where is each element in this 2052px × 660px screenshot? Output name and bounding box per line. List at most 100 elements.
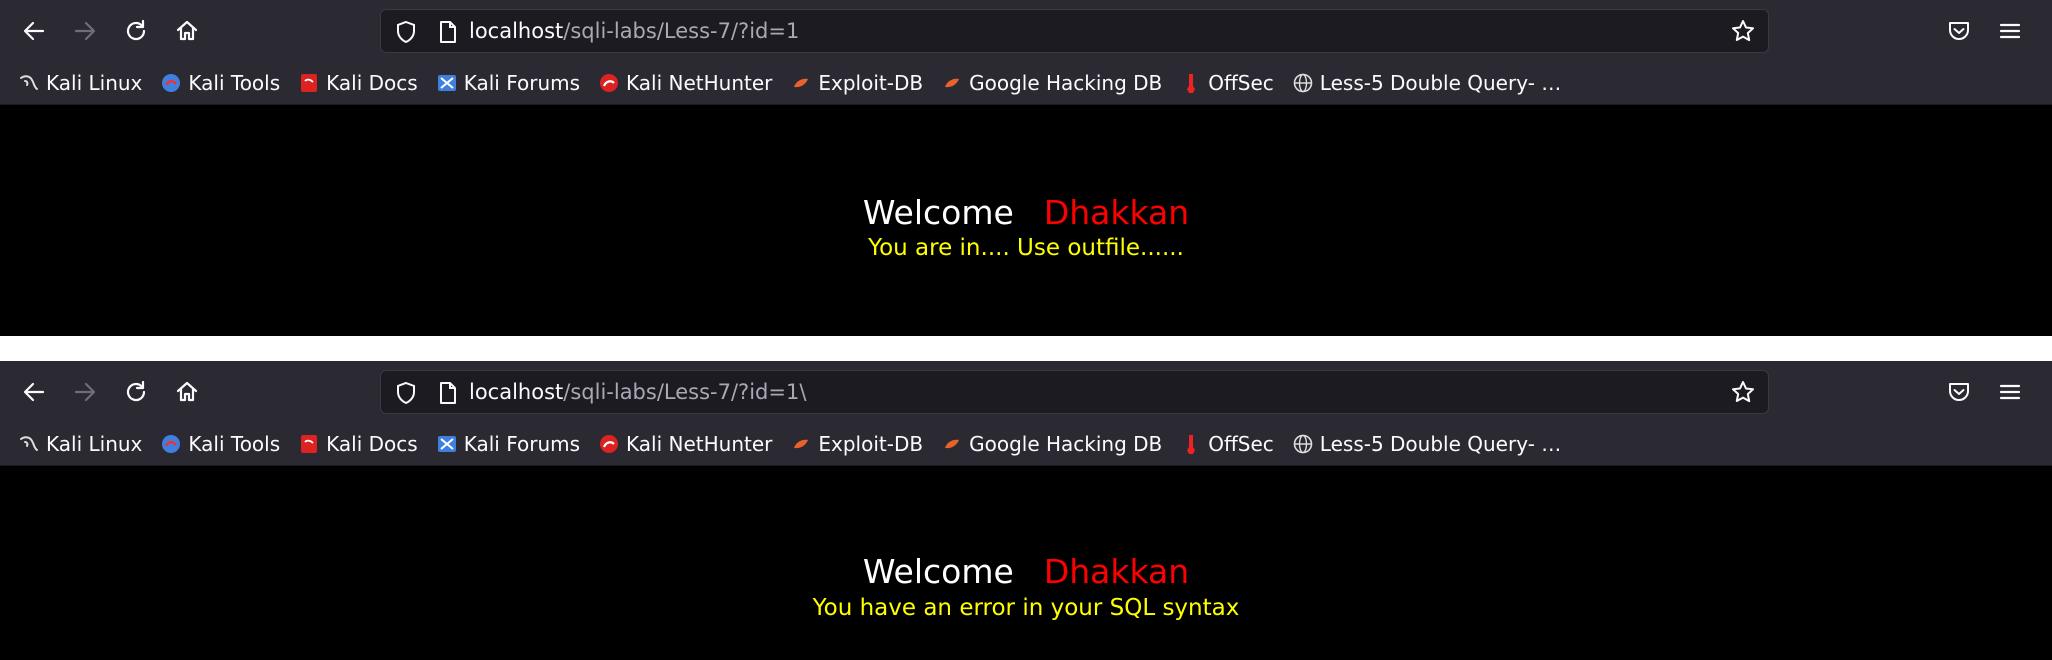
kali-nethunter-icon — [600, 435, 619, 453]
bookmark-kali-nethunter[interactable]: Kali NetHunter — [598, 71, 772, 95]
url-text[interactable]: localhost/sqli-labs/Less-7/?id=1\ — [469, 371, 806, 413]
exploit-db-icon — [794, 78, 809, 88]
welcome-heading: Welcome Dhakkan — [0, 193, 2052, 232]
globe-icon — [1293, 73, 1313, 93]
bookmark-label: Google Hacking DB — [969, 71, 1163, 95]
pocket-icon[interactable] — [1945, 17, 1973, 45]
offsec-icon — [1187, 74, 1196, 93]
user-name: Dhakkan — [1043, 193, 1190, 232]
nav-toolbar: localhost/sqli-labs/Less-7/?id=1\ — [0, 361, 2052, 423]
url-host: localhost — [469, 19, 564, 43]
bookmark-kali-nethunter[interactable]: Kali NetHunter — [598, 432, 772, 456]
arrow-right-icon — [74, 382, 96, 402]
url-path: /sqli-labs/Less-7/?id=1\ — [563, 380, 807, 404]
kali-tools-icon — [162, 435, 181, 453]
kali-nethunter-icon — [600, 74, 619, 92]
bookmarks-toolbar: Kali Linux Kali Tools Kali Docs Kali For… — [0, 62, 2052, 105]
hamburger-menu-icon[interactable] — [1996, 378, 2024, 406]
bookmark-label: OffSec — [1208, 432, 1274, 456]
reload-button[interactable] — [114, 370, 158, 414]
kali-forums-icon — [437, 436, 456, 452]
status-message: You are in.... Use outfile...... — [868, 235, 1184, 261]
bookmark-offsec[interactable]: OffSec — [1180, 432, 1274, 456]
browser-window-2: localhost/sqli-labs/Less-7/?id=1\ Kali L… — [0, 361, 2052, 660]
kali-dragon-icon — [20, 75, 38, 90]
bookmark-label: Kali Docs — [326, 432, 418, 456]
bookmark-kali-tools[interactable]: Kali Tools — [160, 432, 280, 456]
arrow-left-icon — [23, 21, 45, 41]
bookmark-offsec[interactable]: OffSec — [1180, 71, 1274, 95]
ghdb-icon — [945, 78, 960, 88]
star-icon[interactable] — [1730, 379, 1756, 405]
kali-docs-icon — [301, 435, 318, 453]
home-icon — [176, 20, 198, 41]
forward-button[interactable] — [63, 370, 107, 414]
home-icon — [176, 381, 198, 402]
globe-icon — [1293, 434, 1313, 454]
shield-icon[interactable] — [393, 380, 419, 406]
back-button[interactable] — [12, 370, 56, 414]
bookmark-label: Kali Tools — [188, 432, 281, 456]
reload-icon — [126, 380, 146, 402]
ghdb-icon — [945, 439, 960, 449]
bookmark-label: Less-5 Double Query- … — [1319, 71, 1562, 95]
reload-icon — [126, 19, 146, 41]
kali-forums-icon — [437, 75, 456, 91]
reload-button[interactable] — [114, 9, 158, 53]
bookmark-ghdb[interactable]: Google Hacking DB — [941, 71, 1162, 95]
browser-window-1: localhost/sqli-labs/Less-7/?id=1 Kali Li… — [0, 0, 2052, 336]
bookmark-kali-linux[interactable]: Kali Linux — [18, 432, 142, 456]
star-icon[interactable] — [1730, 18, 1756, 44]
kali-dragon-icon — [20, 436, 38, 451]
bookmark-exploit-db[interactable]: Exploit-DB — [790, 71, 923, 95]
url-host: localhost — [469, 380, 564, 404]
bookmark-exploit-db[interactable]: Exploit-DB — [790, 432, 923, 456]
arrow-right-icon — [74, 21, 96, 41]
bookmark-kali-tools[interactable]: Kali Tools — [160, 71, 280, 95]
bookmark-label: Exploit-DB — [818, 71, 924, 95]
status-message: You have an error in your SQL syntax — [812, 595, 1240, 621]
arrow-left-icon — [23, 382, 45, 402]
kali-docs-icon — [301, 74, 318, 92]
exploit-db-icon — [794, 439, 809, 449]
bookmark-label: Google Hacking DB — [969, 432, 1163, 456]
bookmark-label: Kali Linux — [46, 432, 143, 456]
welcome-text: Welcome — [862, 552, 1014, 591]
bookmark-label: Kali Forums — [463, 71, 581, 95]
bookmark-label: OffSec — [1208, 71, 1274, 95]
bookmark-label: Kali NetHunter — [626, 71, 773, 95]
welcome-heading: Welcome Dhakkan — [0, 552, 2052, 591]
bookmark-label: Less-5 Double Query- … — [1319, 432, 1562, 456]
welcome-text: Welcome — [862, 193, 1014, 232]
user-name: Dhakkan — [1043, 552, 1190, 591]
bookmark-less-5[interactable]: Less-5 Double Query- … — [1292, 71, 1561, 95]
bookmark-kali-linux[interactable]: Kali Linux — [18, 71, 142, 95]
bookmarks-toolbar: Kali Linux Kali Tools Kali Docs Kali For… — [0, 423, 2052, 466]
kali-tools-icon — [162, 74, 181, 92]
forward-button[interactable] — [63, 9, 107, 53]
bookmark-label: Kali Forums — [463, 432, 581, 456]
url-bar[interactable]: localhost/sqli-labs/Less-7/?id=1 — [380, 9, 1769, 53]
bookmark-kali-docs[interactable]: Kali Docs — [298, 432, 418, 456]
back-button[interactable] — [12, 9, 56, 53]
pocket-icon[interactable] — [1945, 378, 1973, 406]
home-button[interactable] — [165, 9, 209, 53]
shield-icon[interactable] — [393, 19, 419, 45]
url-bar[interactable]: localhost/sqli-labs/Less-7/?id=1\ — [380, 370, 1769, 414]
url-text[interactable]: localhost/sqli-labs/Less-7/?id=1 — [469, 10, 799, 52]
hamburger-menu-icon[interactable] — [1996, 17, 2024, 45]
bookmark-kali-forums[interactable]: Kali Forums — [436, 432, 580, 456]
bookmark-kali-docs[interactable]: Kali Docs — [298, 71, 418, 95]
bookmark-label: Kali Linux — [46, 71, 143, 95]
page-icon[interactable] — [435, 19, 461, 45]
bookmark-label: Kali Tools — [188, 71, 281, 95]
bookmark-kali-forums[interactable]: Kali Forums — [436, 71, 580, 95]
offsec-icon — [1187, 435, 1196, 454]
page-icon[interactable] — [435, 380, 461, 406]
bookmark-ghdb[interactable]: Google Hacking DB — [941, 432, 1162, 456]
home-button[interactable] — [165, 370, 209, 414]
bookmark-less-5[interactable]: Less-5 Double Query- … — [1292, 432, 1561, 456]
bookmark-label: Kali NetHunter — [626, 432, 773, 456]
bookmark-label: Exploit-DB — [818, 432, 924, 456]
url-path: /sqli-labs/Less-7/?id=1 — [563, 19, 800, 43]
